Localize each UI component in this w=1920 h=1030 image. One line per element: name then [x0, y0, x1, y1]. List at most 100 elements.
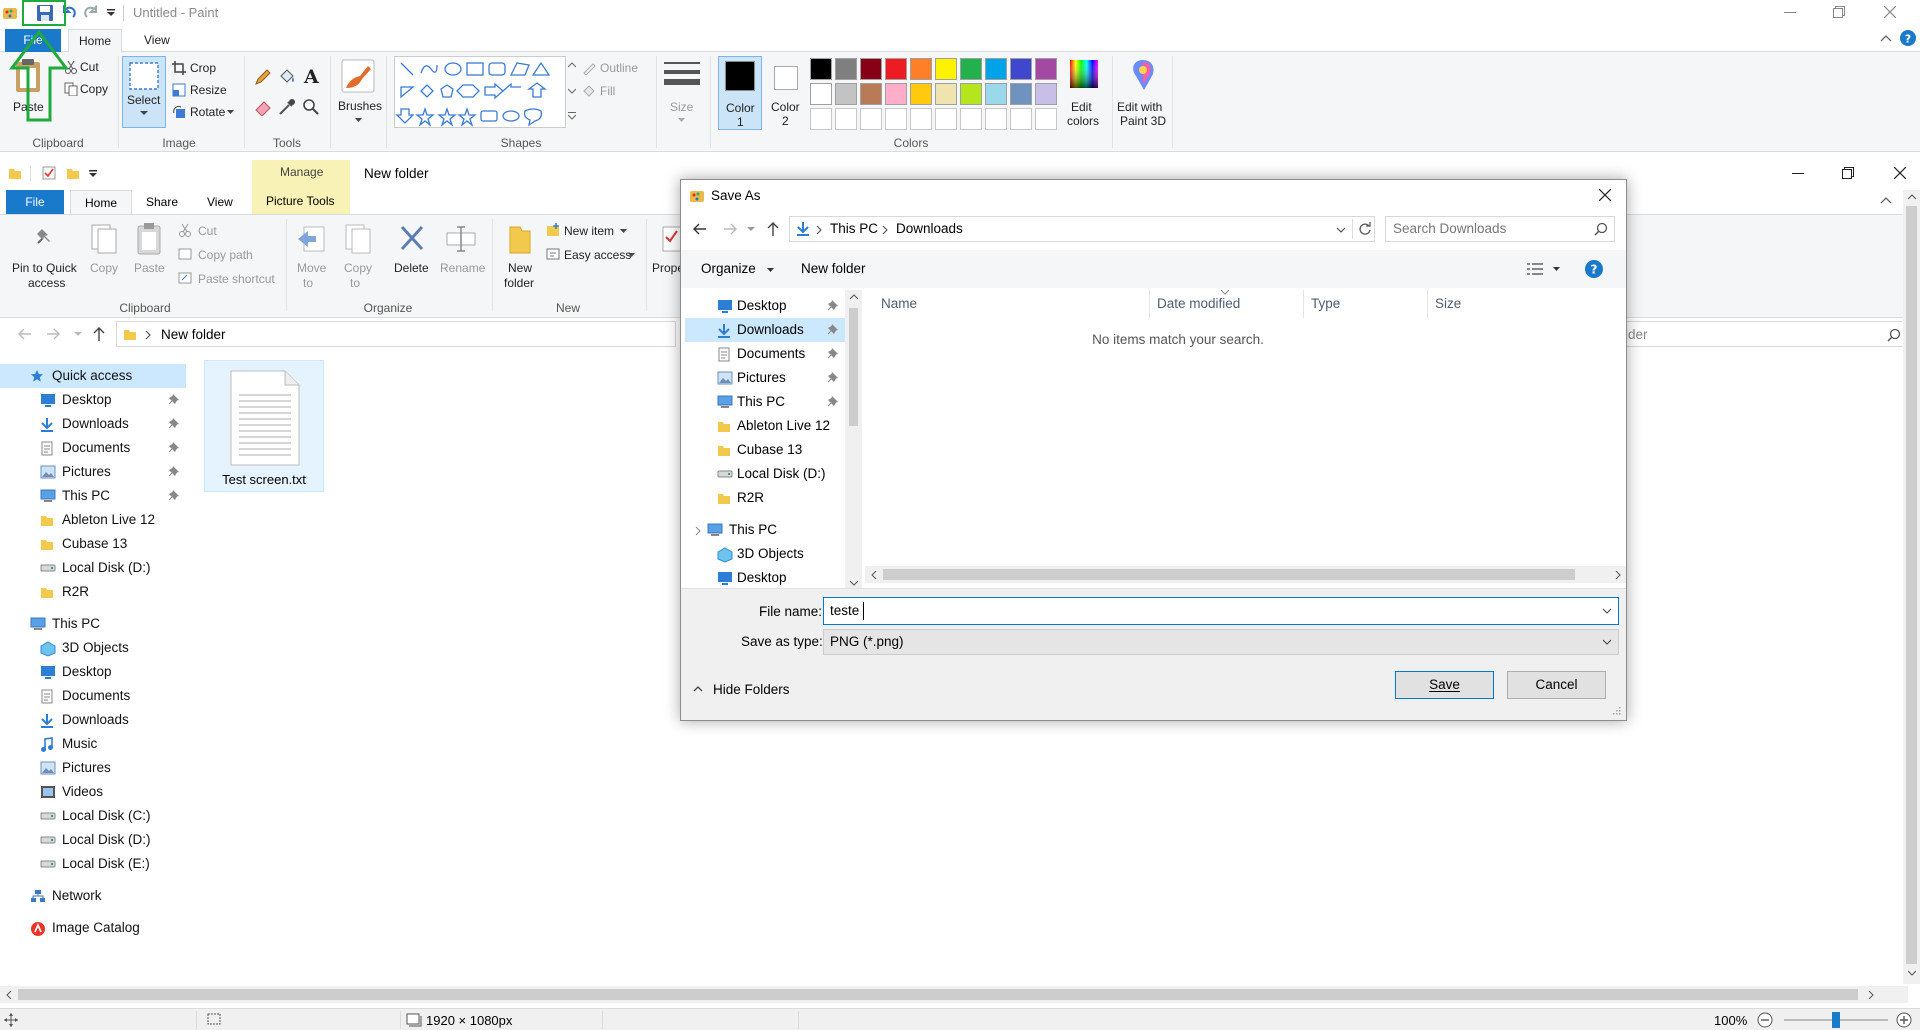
paste-icon[interactable]: [135, 223, 163, 255]
help-icon[interactable]: ?: [1900, 30, 1916, 46]
new-folder-qat-icon[interactable]: [66, 166, 80, 180]
nav-image-catalog[interactable]: Image Catalog: [0, 916, 186, 940]
color-swatch[interactable]: [860, 58, 882, 80]
dialog-nav-item-r2r[interactable]: R2R: [685, 486, 845, 510]
color-swatch[interactable]: [885, 58, 907, 80]
restore-icon[interactable]: [1842, 167, 1854, 179]
zoom-out-icon[interactable]: [1757, 1012, 1773, 1028]
color-swatch[interactable]: [860, 83, 882, 105]
dialog-nav-item-downloads[interactable]: Downloads: [685, 318, 845, 342]
paint3d-label-2[interactable]: Paint 3D: [1120, 114, 1166, 128]
forward-arrow-icon[interactable]: [723, 223, 737, 235]
edit-colors-label[interactable]: Edit: [1071, 100, 1092, 114]
dialog-nav-item-local-disk-d[interactable]: Local Disk (D:): [685, 462, 845, 486]
back-arrow-icon[interactable]: [693, 223, 707, 235]
new-folder-icon[interactable]: [504, 223, 536, 255]
color-swatch[interactable]: [960, 83, 982, 105]
paint-home-tab[interactable]: Home: [68, 29, 123, 52]
explorer-search-field[interactable]: lder: [1620, 321, 1906, 347]
cut-icon[interactable]: [178, 223, 192, 237]
color2-button[interactable]: Color 2: [764, 56, 808, 130]
column-type[interactable]: Type: [1311, 296, 1340, 311]
custom-color-slot[interactable]: [1010, 108, 1032, 130]
scroll-left-icon[interactable]: [6, 991, 12, 999]
dialog-nav-item-pictures[interactable]: Pictures: [685, 366, 845, 390]
shapes-gallery[interactable]: [394, 56, 566, 128]
resize-button-label[interactable]: Resize: [190, 83, 227, 97]
column-date-modified[interactable]: Date modified: [1157, 296, 1240, 311]
color-swatch[interactable]: [910, 83, 932, 105]
paste-shortcut-label[interactable]: Paste shortcut: [198, 272, 275, 286]
nav-item-downloads[interactable]: Downloads: [0, 708, 186, 732]
zoom-in-icon[interactable]: [1896, 1012, 1912, 1028]
scroll-down-icon[interactable]: [1908, 970, 1916, 976]
nav-item-documents[interactable]: Documents: [0, 436, 186, 460]
color-swatch[interactable]: [1035, 58, 1057, 80]
nav-item-local-disk-d[interactable]: Local Disk (D:): [0, 828, 186, 852]
properties-check-icon[interactable]: [42, 166, 56, 180]
easy-access-icon[interactable]: [546, 247, 560, 261]
copy-to-label-2[interactable]: to: [350, 276, 360, 290]
nav-item-desktop[interactable]: Desktop: [0, 660, 186, 684]
new-item-icon[interactable]: [546, 223, 560, 237]
paint3d-icon[interactable]: [1128, 58, 1158, 94]
new-folder-label[interactable]: New: [508, 261, 532, 275]
rotate-button-label[interactable]: Rotate: [190, 105, 225, 119]
close-icon[interactable]: [1894, 167, 1906, 179]
close-icon[interactable]: [1884, 6, 1896, 18]
redo-icon[interactable]: [84, 5, 98, 19]
dialog-nav-item-3d-objects[interactable]: 3D Objects: [685, 542, 845, 566]
custom-color-slot[interactable]: [835, 108, 857, 130]
dialog-nav-item-ableton-live-12[interactable]: Ableton Live 12: [685, 414, 845, 438]
copy-button-label[interactable]: Copy: [90, 261, 118, 275]
nav-item-3d-objects[interactable]: 3D Objects: [0, 636, 186, 660]
cancel-button[interactable]: Cancel: [1507, 671, 1606, 699]
outline-icon[interactable]: [582, 61, 596, 75]
edit-colors-icon[interactable]: [1068, 58, 1100, 90]
save-as-type-select[interactable]: PNG (*.png): [823, 629, 1619, 655]
select-button[interactable]: Select: [122, 56, 166, 128]
search-icon[interactable]: [1594, 222, 1608, 236]
minimize-icon[interactable]: [1784, 12, 1796, 14]
nav-network[interactable]: Network: [0, 884, 186, 908]
size-icon[interactable]: [664, 60, 700, 90]
explorer-view-tab[interactable]: View: [207, 190, 233, 214]
restore-icon[interactable]: [1833, 6, 1845, 18]
crop-button-label[interactable]: Crop: [190, 61, 216, 75]
dialog-h-scroll-thumb[interactable]: [883, 569, 1575, 580]
pin-quick-access-label-2[interactable]: access: [28, 276, 65, 290]
dialog-horizontal-scrollbar[interactable]: [865, 566, 1626, 583]
nav-item-downloads[interactable]: Downloads: [0, 412, 186, 436]
zoom-slider-thumb[interactable]: [1832, 1012, 1840, 1028]
dialog-nav-item-cubase-13[interactable]: Cubase 13: [685, 438, 845, 462]
copy-to-icon[interactable]: [342, 223, 374, 255]
rename-icon[interactable]: [445, 223, 477, 253]
refresh-icon[interactable]: [1358, 222, 1372, 236]
explorer-home-tab[interactable]: Home: [70, 190, 132, 215]
breadcrumb-downloads[interactable]: Downloads: [896, 221, 963, 236]
color-swatch[interactable]: [935, 58, 957, 80]
dialog-nav-item-desktop[interactable]: Desktop: [685, 294, 845, 318]
explorer-file-tab[interactable]: File: [6, 190, 64, 214]
crop-icon[interactable]: [172, 61, 186, 75]
nav-item-documents[interactable]: Documents: [0, 684, 186, 708]
paste-shortcut-icon[interactable]: [178, 271, 192, 285]
custom-color-slot[interactable]: [1035, 108, 1057, 130]
copy-path-label[interactable]: Copy path: [198, 248, 253, 262]
nav-item-desktop[interactable]: Desktop: [0, 388, 186, 412]
organize-button[interactable]: Organize: [701, 261, 756, 276]
shapes-scroll-down-icon[interactable]: [568, 88, 576, 94]
view-options-icon[interactable]: [1527, 262, 1543, 276]
text-icon[interactable]: A: [302, 66, 320, 86]
dialog-close-icon[interactable]: [1599, 189, 1611, 201]
custom-color-slot[interactable]: [885, 108, 907, 130]
size-button-label[interactable]: Size: [670, 100, 693, 114]
filename-input[interactable]: teste: [823, 597, 1619, 625]
dialog-nav-this-pc[interactable]: This PC: [685, 518, 845, 542]
move-to-label-2[interactable]: to: [303, 276, 313, 290]
nav-item-local-disk-c[interactable]: Local Disk (C:): [0, 804, 186, 828]
color-swatch[interactable]: [1010, 58, 1032, 80]
dialog-nav-item-documents[interactable]: Documents: [685, 342, 845, 366]
color-swatch[interactable]: [810, 58, 832, 80]
color-swatch[interactable]: [835, 58, 857, 80]
